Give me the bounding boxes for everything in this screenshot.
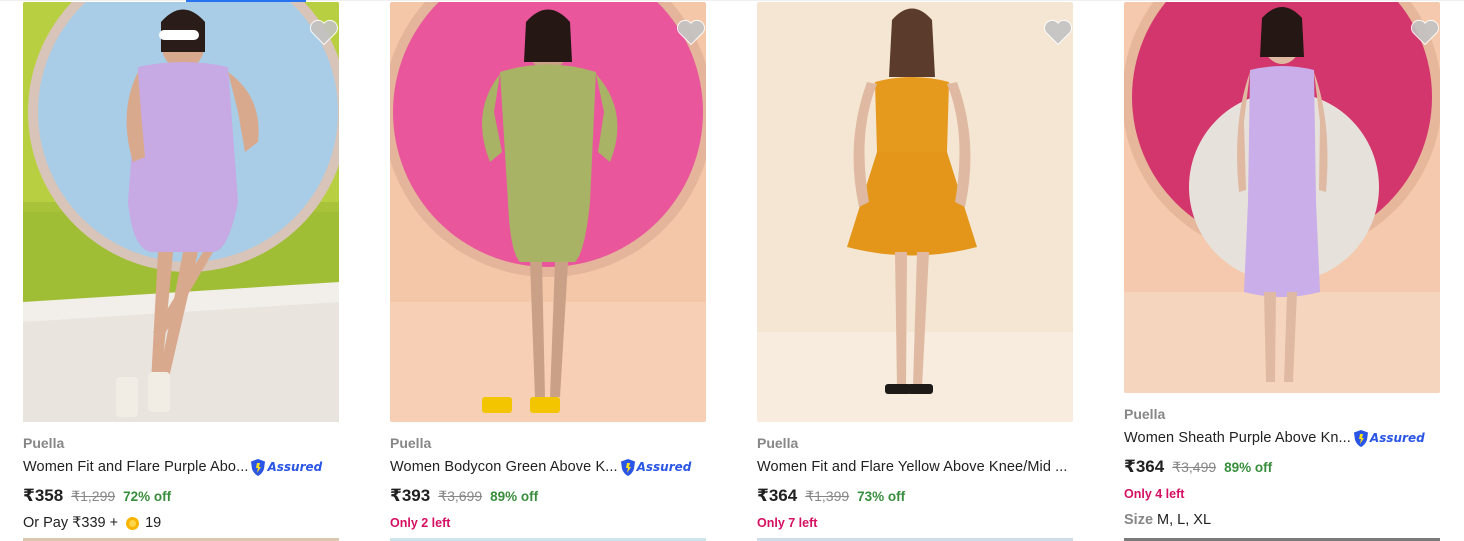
wishlist-heart-icon[interactable] bbox=[1410, 18, 1440, 46]
product-brand: Puella bbox=[390, 435, 432, 451]
product-title[interactable]: Women Sheath Purple Above Kn... bbox=[1124, 430, 1351, 446]
coin-count: 19 bbox=[145, 515, 162, 531]
size-values: M, L, XL bbox=[1157, 512, 1212, 528]
original-price: ₹1,299 bbox=[71, 488, 116, 504]
wishlist-heart-icon[interactable] bbox=[1043, 18, 1073, 46]
selling-price: ₹358 bbox=[23, 486, 64, 505]
assured-badge: Assured bbox=[620, 458, 692, 477]
product-image[interactable] bbox=[1124, 2, 1440, 393]
product-brand: Puella bbox=[23, 435, 65, 451]
size-label: Size bbox=[1124, 512, 1154, 528]
assured-shield-icon bbox=[620, 458, 635, 476]
assured-badge: Assured bbox=[250, 458, 322, 477]
selling-price: ₹393 bbox=[390, 486, 431, 505]
product-image[interactable] bbox=[757, 2, 1073, 422]
stock-status: Only 7 left bbox=[757, 516, 818, 530]
original-price: ₹3,699 bbox=[438, 488, 483, 504]
product-brand: Puella bbox=[757, 435, 799, 451]
orpay-text: Or Pay ₹339 + bbox=[23, 515, 119, 531]
discount-percent: 73% off bbox=[857, 489, 906, 504]
stock-status: Only 2 left bbox=[390, 516, 451, 530]
product-brand: Puella bbox=[1124, 406, 1166, 422]
size-info: Size M, L, XL bbox=[1124, 512, 1440, 528]
original-price: ₹3,499 bbox=[1172, 459, 1217, 475]
product-card[interactable]: Puella Women Fit and Flare Purple Abo...… bbox=[23, 2, 339, 533]
product-title[interactable]: Women Fit and Flare Yellow Above Knee/Mi… bbox=[757, 459, 1068, 475]
selling-price: ₹364 bbox=[1124, 457, 1165, 476]
product-photo-lavender-dress bbox=[1124, 2, 1440, 393]
product-title[interactable]: Women Bodycon Green Above K... bbox=[390, 459, 618, 475]
supercoin-icon bbox=[126, 516, 140, 530]
wishlist-heart-icon[interactable] bbox=[676, 18, 706, 46]
discount-percent: 89% off bbox=[490, 489, 539, 504]
product-photo-green-dress bbox=[390, 2, 706, 422]
product-card[interactable]: Puella Women Bodycon Green Above K... As… bbox=[390, 2, 706, 532]
assured-label: Assured bbox=[1369, 431, 1425, 445]
discount-percent: 72% off bbox=[123, 489, 172, 504]
assured-badge: Assured bbox=[1353, 429, 1425, 448]
product-card[interactable]: Puella Women Fit and Flare Yellow Above … bbox=[757, 2, 1073, 532]
product-photo-yellow-dress bbox=[757, 2, 1073, 422]
stock-status: Only 4 left bbox=[1124, 487, 1185, 501]
assured-shield-icon bbox=[1353, 429, 1368, 447]
product-title[interactable]: Women Fit and Flare Purple Abo... bbox=[23, 459, 248, 475]
top-divider bbox=[0, 0, 1464, 2]
assured-label: Assured bbox=[636, 460, 692, 474]
product-card[interactable]: Puella Women Sheath Purple Above Kn... A… bbox=[1124, 2, 1440, 528]
selling-price: ₹364 bbox=[757, 486, 798, 505]
product-image[interactable] bbox=[390, 2, 706, 422]
supercoin-offer: Or Pay ₹339 + 19 bbox=[23, 513, 339, 533]
product-image[interactable] bbox=[23, 2, 339, 422]
wishlist-heart-icon[interactable] bbox=[309, 18, 339, 46]
assured-shield-icon bbox=[251, 458, 266, 476]
discount-percent: 89% off bbox=[1224, 460, 1273, 475]
product-photo-purple-dress bbox=[23, 2, 339, 422]
original-price: ₹1,399 bbox=[805, 488, 850, 504]
assured-label: Assured bbox=[267, 460, 323, 474]
